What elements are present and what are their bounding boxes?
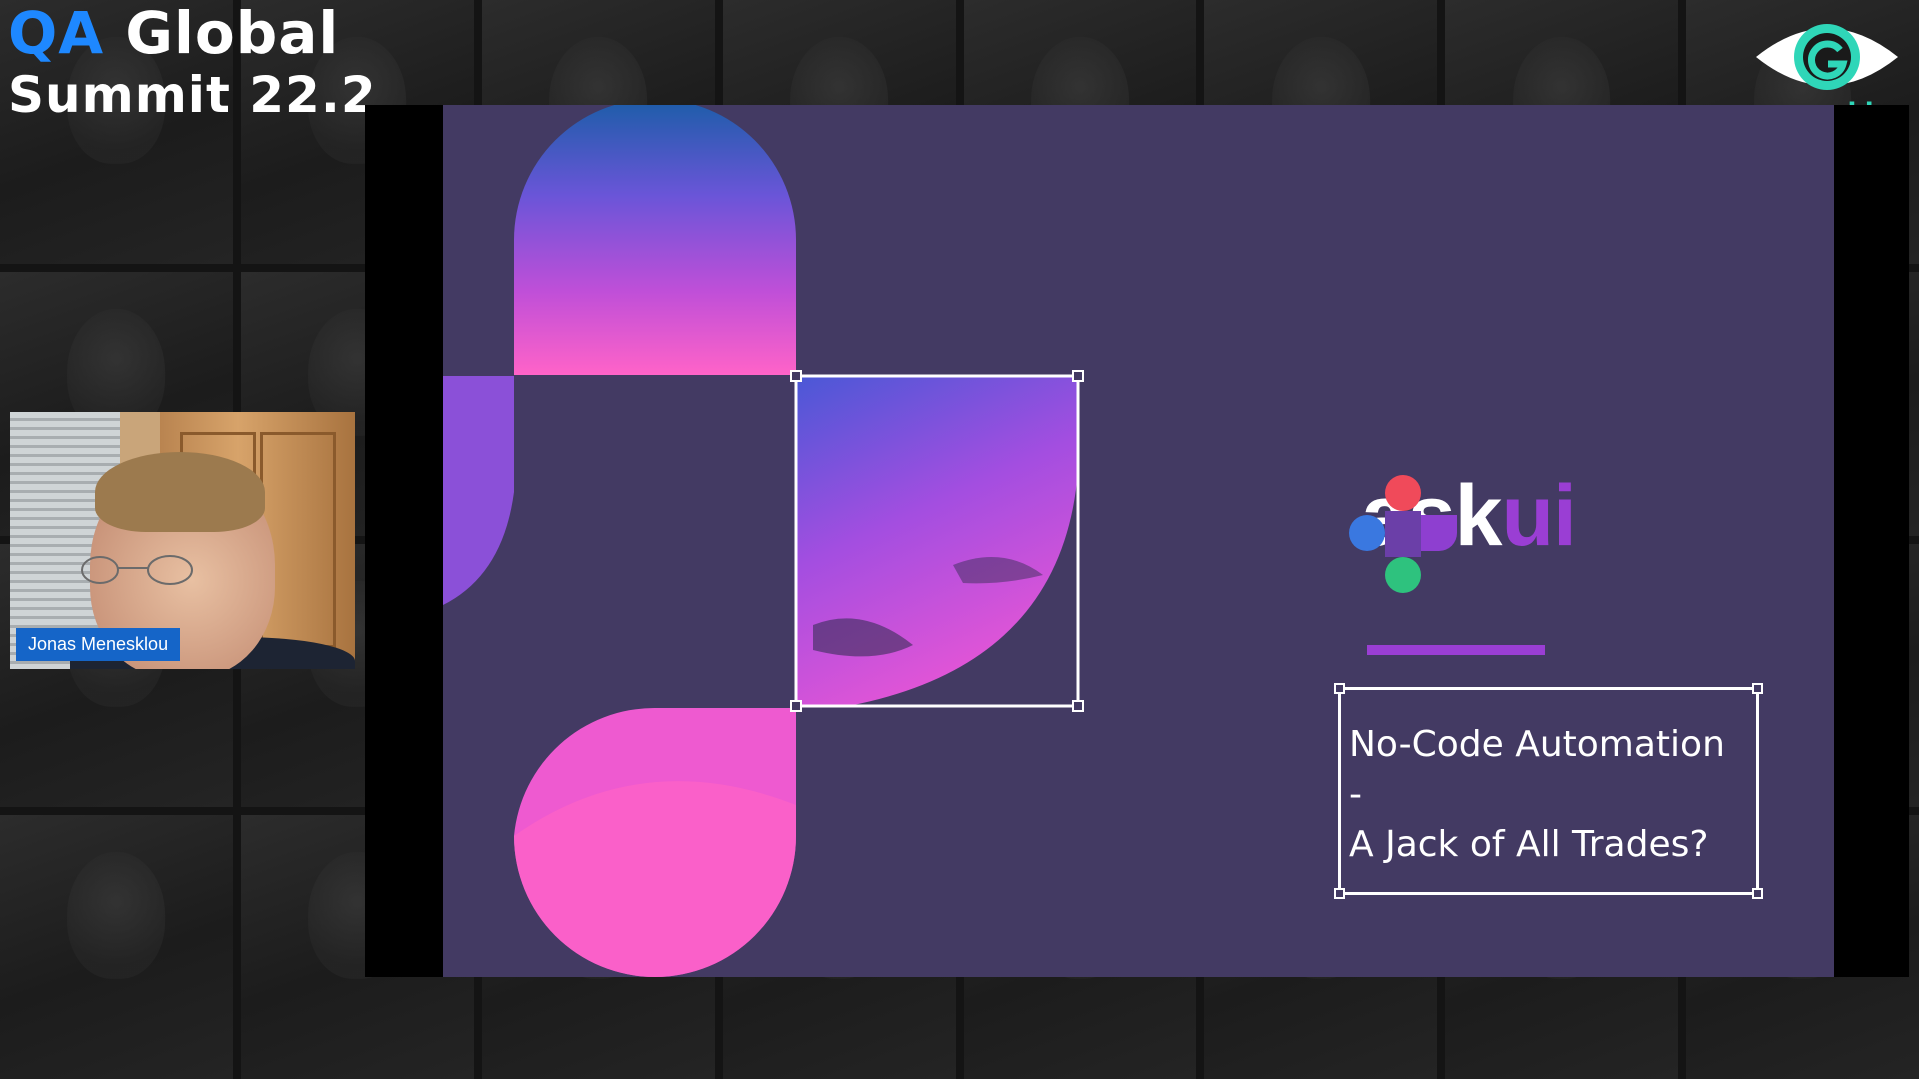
slide-shape-top <box>514 105 796 375</box>
event-title-line2: Summit 22.2 <box>8 66 377 124</box>
slide-shape-left <box>443 376 514 605</box>
selection-handle <box>790 700 802 712</box>
selection-handle <box>790 370 802 382</box>
event-title-qa: QA <box>8 0 105 67</box>
selection-handle <box>1072 370 1084 382</box>
selection-handle <box>1072 700 1084 712</box>
slide-title-line3: A Jack of All Trades? <box>1349 824 1709 865</box>
event-title: QA Global Summit 22.2 <box>8 4 377 120</box>
slide-title-line2: - <box>1349 774 1362 815</box>
textbox-handle[interactable] <box>1334 888 1345 899</box>
slide-shape-middle <box>796 376 1078 706</box>
presenter-hair <box>95 452 265 532</box>
eye-logo-icon <box>1756 24 1898 90</box>
presenter-video: Jonas Menesklou <box>10 412 355 669</box>
participant-tile <box>0 815 233 1079</box>
event-title-line1: QA Global <box>8 4 377 62</box>
presentation-slide: askui No-Code Automation - A Jack of All… <box>443 105 1834 977</box>
textbox-handle[interactable] <box>1752 888 1763 899</box>
glasses-icon <box>81 555 193 585</box>
presenter-name-tag: Jonas Menesklou <box>16 628 181 661</box>
textbox-handle[interactable] <box>1334 683 1345 694</box>
textbox-handle[interactable] <box>1752 683 1763 694</box>
event-title-global: Global <box>125 0 340 67</box>
askui-logo: askui <box>1347 473 1577 593</box>
askui-wordmark-ui: ui <box>1501 468 1577 564</box>
slide-divider <box>1367 645 1545 655</box>
slide-title-line1: No-Code Automation <box>1349 724 1725 765</box>
askui-plus-icon <box>1349 475 1457 593</box>
slide-title-textbox[interactable]: No-Code Automation - A Jack of All Trade… <box>1334 683 1763 899</box>
slide-title-text: No-Code Automation - A Jack of All Trade… <box>1349 720 1725 870</box>
